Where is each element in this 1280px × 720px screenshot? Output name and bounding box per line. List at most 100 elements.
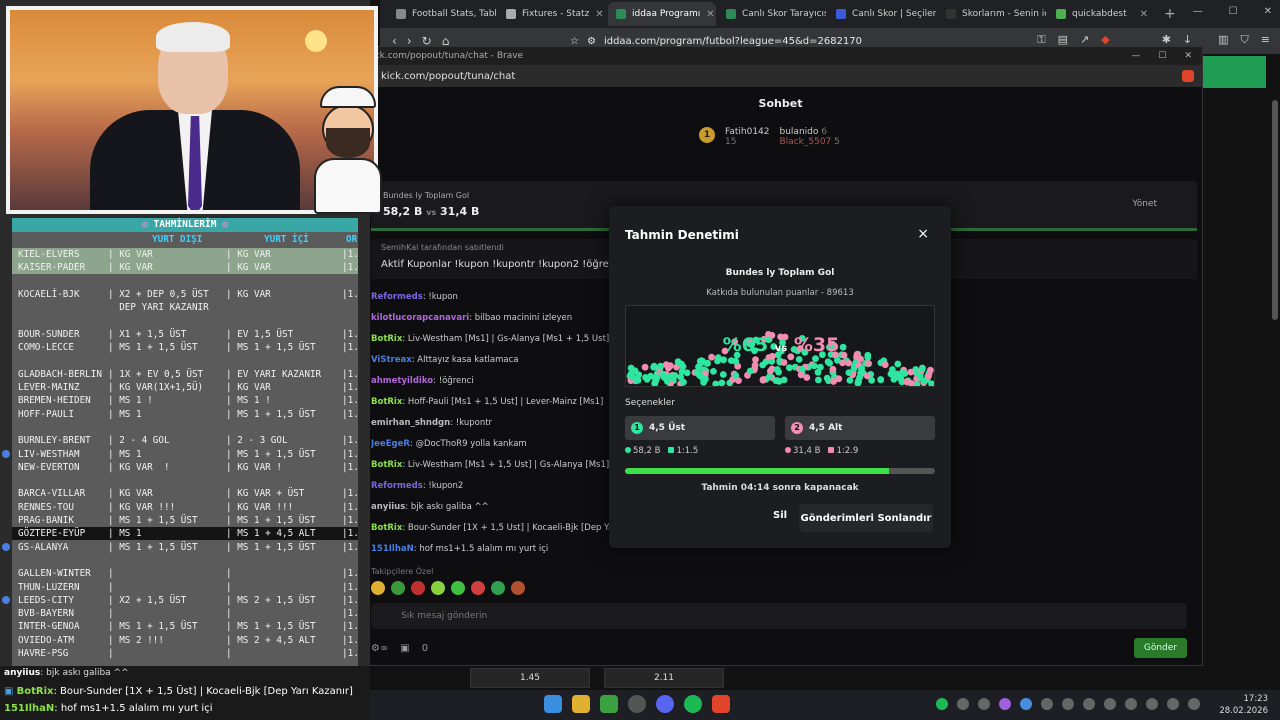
browser-tab[interactable]: Skorlarım - Senin için✕ <box>938 2 1046 26</box>
points-icon[interactable]: ▣ <box>400 643 409 654</box>
clock-date: 28.02.2026 <box>1219 706 1268 716</box>
minimize-icon[interactable]: — <box>1131 51 1140 61</box>
obs-icon[interactable] <box>628 695 646 713</box>
share-icon[interactable]: ↗ <box>1080 33 1089 47</box>
tab-close-icon[interactable]: ✕ <box>1140 9 1148 20</box>
brave-shield-icon[interactable]: ◆ <box>1101 33 1109 47</box>
network-icon[interactable] <box>1167 698 1179 710</box>
menu-icon[interactable]: ≡ <box>1261 33 1270 47</box>
odd-cell[interactable]: 2.11 <box>604 668 724 688</box>
browser-tab[interactable]: Canlı Skor Tarayıcısı✕ <box>718 2 826 26</box>
spotify-icon[interactable] <box>684 695 702 713</box>
emote-icon[interactable] <box>451 581 465 595</box>
delete-button[interactable]: Sil <box>773 510 787 521</box>
manage-button[interactable]: Yönet <box>1132 199 1157 209</box>
tip-abroad: | MS 1 + 1,5 ÜST <box>108 515 198 526</box>
end-submissions-button[interactable]: Gönderimleri Sonlandır <box>799 504 933 532</box>
chat-username[interactable]: BotRix <box>371 334 402 344</box>
vote-dot <box>773 366 781 373</box>
discord-icon[interactable] <box>656 695 674 713</box>
browser-tab[interactable]: Fixtures - Statz ✕ <box>498 2 606 26</box>
emote-icon[interactable] <box>511 581 525 595</box>
desktop: Football Stats, Tables✕Fixtures - Statz✕… <box>0 0 1280 720</box>
browser-tab[interactable]: iddaa Programı ✕ <box>608 2 716 26</box>
microphone-icon[interactable] <box>1146 698 1158 710</box>
chat-username[interactable]: 151IlhaN <box>371 544 414 554</box>
tray-icon[interactable] <box>1125 698 1137 710</box>
tray-icon[interactable] <box>1104 698 1116 710</box>
tab-close-icon[interactable]: ✕ <box>706 9 714 20</box>
chat-username[interactable]: ViStreax <box>371 355 412 365</box>
download-icon[interactable]: ↓ <box>1183 33 1192 47</box>
tip-match: NEW-EVERTON <box>18 461 80 473</box>
reader-icon[interactable]: ▤ <box>1058 33 1068 47</box>
maximize-icon[interactable]: ☐ <box>1158 51 1166 61</box>
emote-icon[interactable] <box>431 581 445 595</box>
chat-username[interactable]: Reformeds <box>371 292 423 302</box>
browser-tab[interactable]: quickabdest ✕ <box>1048 2 1156 26</box>
extensions-icon[interactable]: ✱ <box>1162 33 1171 47</box>
emote-icon[interactable] <box>491 581 505 595</box>
new-tab-icon[interactable]: + <box>1164 6 1176 22</box>
clock[interactable]: 17:23 28.02.2026 <box>1219 693 1268 717</box>
emote-bar <box>371 581 525 595</box>
brave-shield-icon[interactable] <box>1182 70 1194 82</box>
chat-username[interactable]: BotRix <box>371 460 402 470</box>
popout-address-bar[interactable]: kick.com/popout/tuna/chat <box>359 65 1202 87</box>
odd-cell[interactable]: 1.45 <box>470 668 590 688</box>
tray-icon[interactable] <box>1083 698 1095 710</box>
vpn-icon[interactable]: ⛉ <box>1241 33 1249 47</box>
brave-icon[interactable] <box>712 695 730 713</box>
chat-username[interactable]: BotRix <box>371 523 402 533</box>
minimize-icon[interactable]: — <box>1193 6 1203 17</box>
app-icon[interactable] <box>600 695 618 713</box>
value-b: 31,4 B <box>440 205 480 218</box>
tray-icon[interactable] <box>978 698 990 710</box>
settings-icon[interactable]: ⚙∞ <box>371 643 388 654</box>
tip-home: | MS 1 + 1,5 ÜST <box>226 342 316 354</box>
chat-username[interactable]: ahmetyildiko <box>371 376 433 386</box>
send-button[interactable]: Gönder <box>1133 638 1187 658</box>
close-icon[interactable]: ✕ <box>1184 51 1192 61</box>
chat-username[interactable]: anyiius <box>371 502 405 512</box>
volume-icon[interactable] <box>1188 698 1200 710</box>
close-icon[interactable]: × <box>917 226 929 242</box>
chat-username[interactable]: BotRix <box>371 397 402 407</box>
option-amount: 31,4 B <box>793 446 821 456</box>
browser-tab[interactable]: Canlı Skor | Seçilen✕ <box>828 2 936 26</box>
tab-close-icon[interactable]: ✕ <box>595 9 603 20</box>
col-home: YURT İÇİ <box>264 234 309 245</box>
file-explorer-icon[interactable] <box>572 695 590 713</box>
chat-username[interactable]: JeeEgeR <box>371 439 410 449</box>
tray-icon[interactable] <box>1062 698 1074 710</box>
spotify-tray-icon[interactable] <box>936 698 948 710</box>
tip-match: GALLEN-WINTER <box>18 568 91 580</box>
bluetooth-icon[interactable] <box>1020 698 1032 710</box>
option-1-button[interactable]: 1 4,5 Üst <box>625 416 775 440</box>
bookmark-icon[interactable]: ☆ <box>570 36 579 47</box>
tray-icon[interactable] <box>957 698 969 710</box>
browser-tab[interactable]: Football Stats, Tables✕ <box>388 2 496 26</box>
chat-username[interactable]: emirhan_shndgn <box>371 418 450 428</box>
chat-username[interactable]: kilotlucorapcanavari <box>371 313 469 323</box>
site-info-icon[interactable]: ⚙ <box>587 36 596 47</box>
close-icon[interactable]: ✕ <box>1264 6 1272 17</box>
leader-name[interactable]: bulanido <box>780 127 819 137</box>
option-2-button[interactable]: 2 4,5 Alt <box>785 416 935 440</box>
tip-row <box>12 474 358 487</box>
emote-icon[interactable] <box>391 581 405 595</box>
sidebar-icon[interactable]: ▥ <box>1218 33 1228 47</box>
emote-icon[interactable] <box>411 581 425 595</box>
leader-name[interactable]: Black_5507 <box>780 137 832 147</box>
chat-username[interactable]: Reformeds <box>371 481 423 491</box>
leader-name[interactable]: Fatih0142 <box>725 127 770 137</box>
emote-icon[interactable] <box>371 581 385 595</box>
maximize-icon[interactable]: ☐ <box>1229 6 1238 17</box>
scrollbar[interactable] <box>1272 100 1278 320</box>
chat-input[interactable]: Sık mesaj gönderin <box>371 603 1187 629</box>
tray-icon[interactable] <box>999 698 1011 710</box>
tray-icon[interactable] <box>1041 698 1053 710</box>
emote-icon[interactable] <box>471 581 485 595</box>
start-icon[interactable] <box>544 695 562 713</box>
key-icon[interactable]: ⚿ <box>1037 33 1045 47</box>
